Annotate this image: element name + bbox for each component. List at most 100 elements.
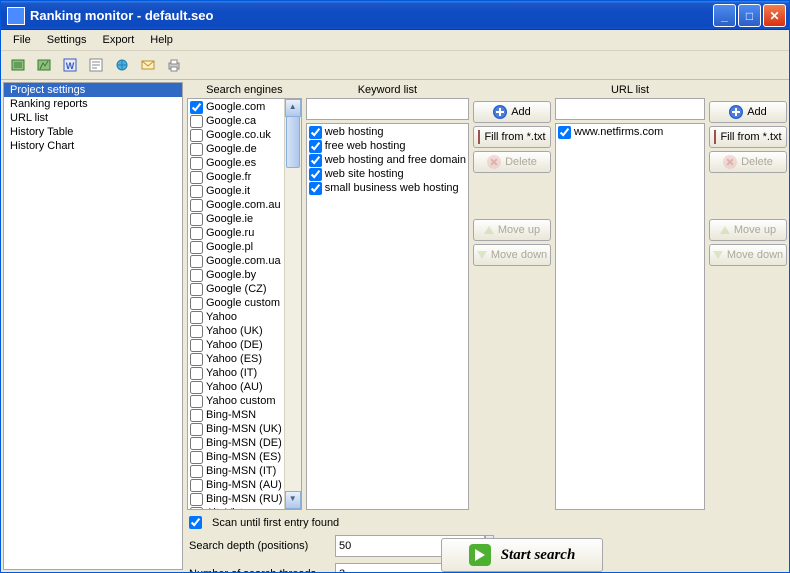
list-item[interactable]: Google.ca — [189, 114, 285, 128]
list-item[interactable]: Yahoo — [189, 310, 285, 324]
list-item[interactable]: Google.ie — [189, 212, 285, 226]
titlebar[interactable]: Ranking monitor - default.seo _ □ ✕ — [1, 1, 789, 30]
item-checkbox[interactable] — [309, 140, 322, 153]
item-checkbox[interactable] — [190, 423, 203, 436]
toolbar-btn-xml[interactable] — [83, 53, 108, 77]
item-checkbox[interactable] — [190, 115, 203, 128]
fill-url-button[interactable]: Fill from *.txt — [709, 126, 787, 148]
scan-first-checkbox[interactable] — [189, 516, 202, 529]
search-engines-list[interactable]: Google.comGoogle.caGoogle.co.ukGoogle.de… — [187, 98, 302, 510]
item-checkbox[interactable] — [190, 157, 203, 170]
item-checkbox[interactable] — [309, 168, 322, 181]
item-checkbox[interactable] — [190, 311, 203, 324]
list-item[interactable]: www.netfirms.com — [557, 125, 703, 139]
list-item[interactable]: Bing-MSN (UK) — [189, 422, 285, 436]
nav-tree[interactable]: Project settingsRanking reportsURL listH… — [3, 82, 183, 570]
add-url-button[interactable]: Add — [709, 101, 787, 123]
list-item[interactable]: web hosting and free domain — [308, 153, 467, 167]
item-checkbox[interactable] — [190, 269, 203, 282]
delete-keyword-button[interactable]: Delete — [473, 151, 551, 173]
toolbar-btn-2[interactable] — [31, 53, 56, 77]
menu-help[interactable]: Help — [142, 32, 181, 48]
movedown-keyword-button[interactable]: Move down — [473, 244, 551, 266]
scroll-up-button[interactable]: ▲ — [285, 99, 301, 117]
nav-item[interactable]: Project settings — [4, 83, 182, 97]
toolbar-btn-web[interactable] — [109, 53, 134, 77]
list-item[interactable]: Yahoo (AU) — [189, 380, 285, 394]
list-item[interactable]: Bing-MSN (IT) — [189, 464, 285, 478]
item-checkbox[interactable] — [190, 437, 203, 450]
menu-export[interactable]: Export — [94, 32, 142, 48]
list-item[interactable]: Yahoo (DE) — [189, 338, 285, 352]
item-checkbox[interactable] — [558, 126, 571, 139]
list-item[interactable]: Yahoo (IT) — [189, 366, 285, 380]
list-item[interactable]: Google.ru — [189, 226, 285, 240]
scroll-thumb[interactable] — [286, 116, 300, 168]
item-checkbox[interactable] — [190, 367, 203, 380]
url-list[interactable]: www.netfirms.com — [555, 123, 705, 510]
menu-settings[interactable]: Settings — [39, 32, 95, 48]
keyword-list[interactable]: web hostingfree web hostingweb hosting a… — [306, 123, 469, 510]
list-item[interactable]: Google.by — [189, 268, 285, 282]
list-item[interactable]: Google (CZ) — [189, 282, 285, 296]
item-checkbox[interactable] — [190, 297, 203, 310]
list-item[interactable]: Google.es — [189, 156, 285, 170]
item-checkbox[interactable] — [190, 493, 203, 506]
start-search-button[interactable]: Start search — [441, 538, 603, 572]
item-checkbox[interactable] — [190, 465, 203, 478]
toolbar-btn-1[interactable] — [5, 53, 30, 77]
list-item[interactable]: Bing-MSN (RU) — [189, 492, 285, 506]
moveup-url-button[interactable]: Move up — [709, 219, 787, 241]
list-item[interactable]: Bing-MSN (ES) — [189, 450, 285, 464]
add-keyword-button[interactable]: Add — [473, 101, 551, 123]
delete-url-button[interactable]: Delete — [709, 151, 787, 173]
toolbar-btn-mail[interactable] — [135, 53, 160, 77]
item-checkbox[interactable] — [190, 213, 203, 226]
item-checkbox[interactable] — [190, 283, 203, 296]
item-checkbox[interactable] — [190, 199, 203, 212]
list-item[interactable]: Google.com.ua — [189, 254, 285, 268]
menu-file[interactable]: File — [5, 32, 39, 48]
search-depth-spinner[interactable]: ▲▼ — [335, 535, 430, 557]
item-checkbox[interactable] — [190, 101, 203, 114]
movedown-url-button[interactable]: Move down — [709, 244, 787, 266]
item-checkbox[interactable] — [190, 381, 203, 394]
item-checkbox[interactable] — [190, 339, 203, 352]
item-checkbox[interactable] — [309, 126, 322, 139]
list-item[interactable]: Bing-MSN (DE) — [189, 436, 285, 450]
list-item[interactable]: Google.pl — [189, 240, 285, 254]
nav-item[interactable]: History Table — [4, 125, 182, 139]
item-checkbox[interactable] — [190, 353, 203, 366]
moveup-keyword-button[interactable]: Move up — [473, 219, 551, 241]
item-checkbox[interactable] — [190, 451, 203, 464]
item-checkbox[interactable] — [190, 255, 203, 268]
nav-item[interactable]: Ranking reports — [4, 97, 182, 111]
list-item[interactable]: small business web hosting — [308, 181, 467, 195]
list-item[interactable]: Google custom — [189, 296, 285, 310]
list-item[interactable]: web hosting — [308, 125, 467, 139]
list-item[interactable]: Google.it — [189, 184, 285, 198]
list-item[interactable]: Google.co.uk — [189, 128, 285, 142]
list-item[interactable]: web site hosting — [308, 167, 467, 181]
item-checkbox[interactable] — [190, 479, 203, 492]
item-checkbox[interactable] — [309, 154, 322, 167]
list-item[interactable]: Yahoo custom — [189, 394, 285, 408]
toolbar-btn-print[interactable] — [161, 53, 186, 77]
scroll-down-button[interactable]: ▼ — [285, 491, 301, 509]
list-item[interactable]: Google.com — [189, 100, 285, 114]
keyword-input[interactable] — [306, 98, 469, 120]
list-item[interactable]: Google.com.au — [189, 198, 285, 212]
list-item[interactable]: Yahoo (UK) — [189, 324, 285, 338]
maximize-button[interactable]: □ — [738, 4, 761, 27]
nav-item[interactable]: History Chart — [4, 139, 182, 153]
fill-keyword-button[interactable]: Fill from *.txt — [473, 126, 551, 148]
nav-item[interactable]: URL list — [4, 111, 182, 125]
toolbar-btn-word[interactable]: W — [57, 53, 82, 77]
item-checkbox[interactable] — [190, 129, 203, 142]
list-item[interactable]: Yahoo (ES) — [189, 352, 285, 366]
item-checkbox[interactable] — [190, 143, 203, 156]
list-item[interactable]: Bing-MSN (AU) — [189, 478, 285, 492]
item-checkbox[interactable] — [190, 325, 203, 338]
list-item[interactable]: Google.de — [189, 142, 285, 156]
item-checkbox[interactable] — [190, 241, 203, 254]
